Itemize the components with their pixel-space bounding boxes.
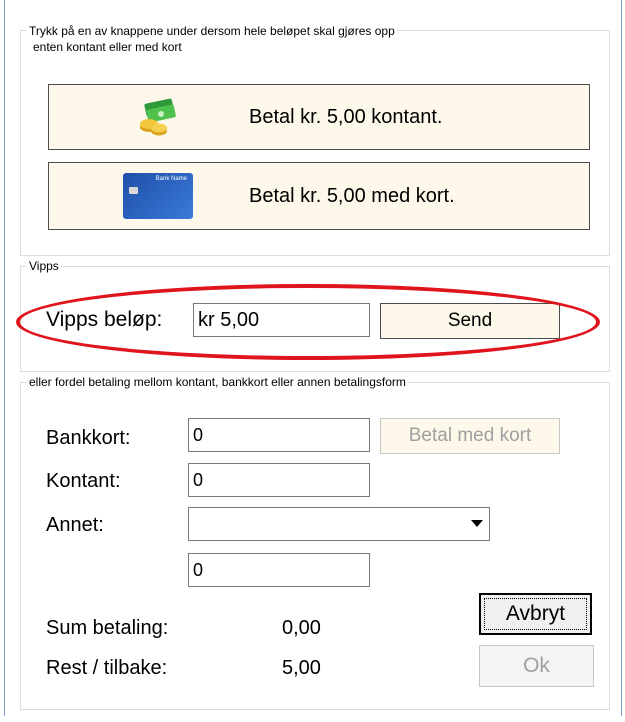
bankkort-label: Bankkort: <box>46 427 131 449</box>
bankkort-input[interactable]: 0 <box>188 418 370 452</box>
cancel-button[interactable]: Avbryt <box>479 593 592 635</box>
pay-card-label: Betal kr. 5,00 med kort. <box>249 184 455 207</box>
card-bank-name: Bank Name <box>155 176 187 182</box>
vipps-group-title: Vipps <box>27 259 61 273</box>
pay-cash-button[interactable]: Betal kr. 5,00 kontant. <box>48 84 590 150</box>
vipps-amount-field[interactable]: kr 5,00 <box>193 303 370 337</box>
card-chip <box>129 187 138 194</box>
quick-pay-group-title: Trykk på en av knappene under dersom hel… <box>27 23 397 55</box>
cash-money-icon <box>135 97 179 143</box>
pay-cash-label: Betal kr. 5,00 kontant. <box>249 105 443 128</box>
chevron-down-icon[interactable] <box>471 520 483 527</box>
quick-pay-title-line2: enten kontant eller med kort <box>33 40 182 54</box>
kontant-input[interactable]: 0 <box>188 463 370 497</box>
annet-amount-input[interactable]: 0 <box>188 553 370 587</box>
credit-card-icon: Bank Name <box>123 173 193 219</box>
pay-with-card-button[interactable]: Betal med kort <box>380 418 560 454</box>
rest-label: Rest / tilbake: <box>46 657 168 679</box>
vipps-send-button[interactable]: Send <box>380 303 560 339</box>
annet-label: Annet: <box>46 514 104 536</box>
ok-button[interactable]: Ok <box>479 645 594 687</box>
vipps-amount-label: Vipps beløp: <box>46 308 163 331</box>
split-payment-group-title: eller fordel betaling mellom kontant, ba… <box>27 375 408 389</box>
quick-pay-title-line1: Trykk på en av knappene under dersom hel… <box>29 24 395 38</box>
pay-card-button[interactable]: Bank Name Betal kr. 5,00 med kort. <box>48 162 590 230</box>
kontant-label: Kontant: <box>46 470 121 492</box>
annet-select[interactable] <box>188 507 490 541</box>
sum-value: 0,00 <box>282 617 321 639</box>
rest-value: 5,00 <box>282 657 321 679</box>
sum-label: Sum betaling: <box>46 617 169 639</box>
